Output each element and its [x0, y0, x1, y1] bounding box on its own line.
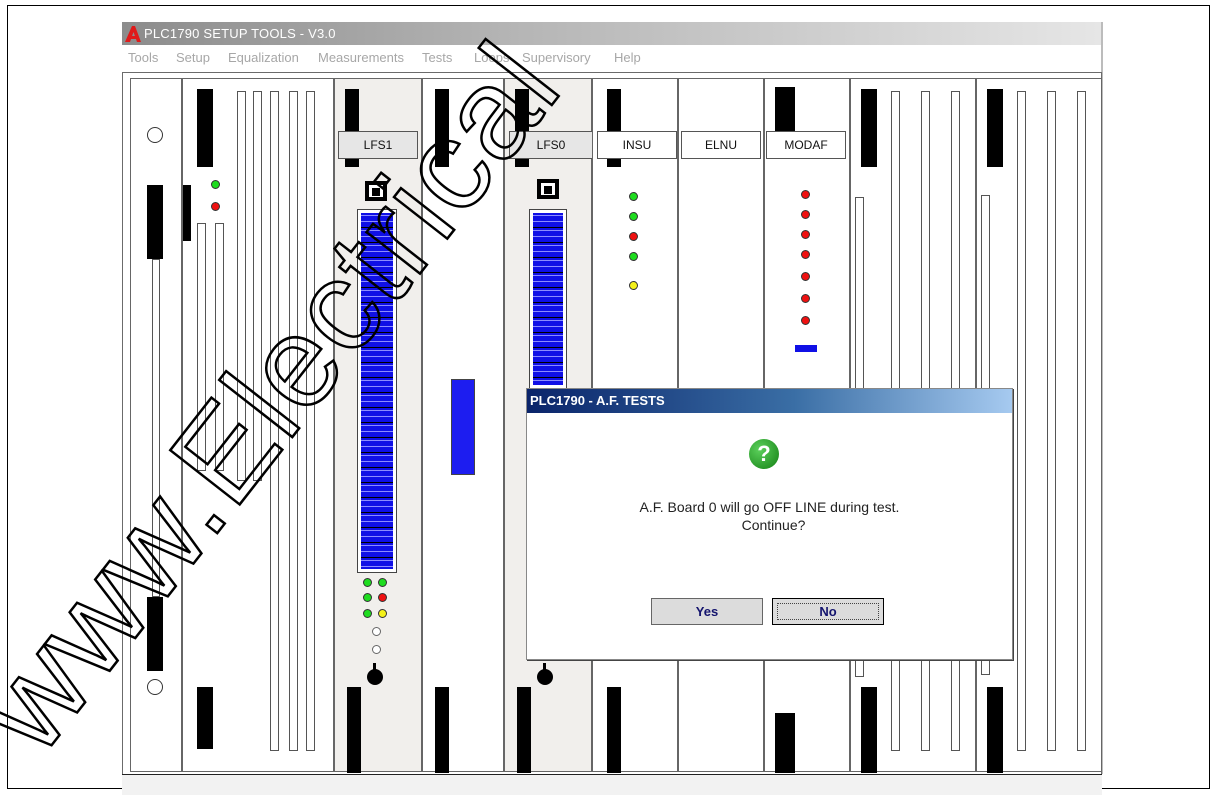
menu-supervisory[interactable]: Supervisory	[522, 50, 591, 65]
status-led-red	[801, 272, 810, 281]
no-button[interactable]: No	[772, 598, 884, 625]
rail	[306, 91, 315, 751]
menu-tests[interactable]: Tests	[422, 50, 452, 65]
status-led-yellow	[629, 281, 638, 290]
blue-indicator	[795, 345, 817, 352]
card-label-elnu[interactable]: ELNU	[681, 131, 761, 159]
menu-help[interactable]: Help	[614, 50, 641, 65]
rj-socket-icon	[365, 181, 387, 201]
rail	[197, 223, 206, 471]
mini-meter	[451, 379, 475, 475]
level-meter	[357, 209, 397, 573]
card-latch-bottom	[987, 687, 1003, 773]
status-led-red	[378, 593, 387, 602]
card-latch-top	[987, 89, 1003, 167]
status-led-red	[801, 230, 810, 239]
status-led-green	[363, 578, 372, 587]
yes-button[interactable]: Yes	[651, 598, 763, 625]
red-a-logo-icon	[125, 26, 141, 42]
status-led-green	[363, 593, 372, 602]
card-label-lfs0[interactable]: LFS0	[509, 131, 593, 159]
window-title: PLC1790 SETUP TOOLS - V3.0	[144, 26, 336, 41]
status-led-red	[801, 210, 810, 219]
status-led-red	[629, 232, 638, 241]
card-latch-bottom	[607, 687, 621, 773]
mount-hole-icon	[147, 127, 163, 143]
status-led-red	[801, 294, 810, 303]
mount-hole-icon	[147, 679, 163, 695]
status-led-red	[801, 250, 810, 259]
status-strip	[122, 774, 1102, 795]
edge-block	[183, 185, 191, 241]
menu-equalization[interactable]: Equalization	[228, 50, 299, 65]
rack-slot-mid	[422, 78, 504, 773]
rail	[253, 91, 262, 481]
title-bar: PLC1790 SETUP TOOLS - V3.0	[122, 22, 1102, 45]
card-latch-bottom	[517, 687, 531, 773]
card-latch-bottom	[775, 713, 795, 773]
handle-bottom	[147, 597, 163, 671]
af-tests-dialog: PLC1790 - A.F. TESTS ? A.F. Board 0 will…	[526, 388, 1013, 660]
rail	[270, 91, 279, 751]
status-led-red	[801, 316, 810, 325]
card-latch-bottom	[861, 687, 877, 773]
card-latch-top	[197, 89, 213, 167]
level-meter	[529, 209, 567, 389]
status-led-green	[363, 609, 372, 618]
rack-slot-lfs1	[334, 78, 422, 773]
menu-bar: Tools Setup Equalization Measurements Te…	[122, 45, 1102, 72]
menu-loops[interactable]: Loops	[474, 50, 509, 65]
rail	[289, 91, 298, 751]
rack-slot-power	[130, 78, 182, 772]
rj-socket-icon	[537, 179, 559, 199]
dialog-title: PLC1790 - A.F. TESTS	[527, 389, 1012, 413]
card-latch-bottom	[435, 687, 449, 773]
card-label-modaf[interactable]: MODAF	[766, 131, 846, 159]
status-led-green	[629, 192, 638, 201]
status-led-green	[629, 212, 638, 221]
card-latch-top	[861, 89, 877, 167]
status-led-red	[211, 202, 220, 211]
status-led-green	[629, 252, 638, 261]
card-latch-top	[435, 89, 449, 167]
status-led-green	[378, 578, 387, 587]
menu-tools[interactable]: Tools	[128, 50, 158, 65]
dialog-message-line1: A.F. Board 0 will go OFF LINE during tes…	[639, 499, 900, 515]
rail	[237, 91, 246, 481]
knob-icon[interactable]	[367, 663, 383, 685]
handle-top	[147, 185, 163, 259]
dialog-message-line2: Continue?	[741, 517, 806, 533]
status-led-green	[211, 180, 220, 189]
status-led-off	[372, 627, 381, 636]
status-led-off	[372, 645, 381, 654]
status-led-yellow	[378, 609, 387, 618]
card-label-insu[interactable]: INSU	[597, 131, 677, 159]
question-icon: ?	[749, 439, 779, 469]
rack-slot-2	[182, 78, 334, 772]
rail	[1047, 91, 1056, 751]
menu-measurements[interactable]: Measurements	[318, 50, 404, 65]
rail	[1077, 91, 1086, 751]
status-led-red	[801, 190, 810, 199]
menu-setup[interactable]: Setup	[176, 50, 210, 65]
rail	[152, 259, 160, 597]
card-latch-bottom	[347, 687, 361, 773]
knob-icon[interactable]	[537, 663, 553, 685]
rail	[1017, 91, 1026, 751]
card-label-lfs1[interactable]: LFS1	[338, 131, 418, 159]
rail	[215, 223, 224, 471]
card-latch-bottom	[197, 687, 213, 749]
